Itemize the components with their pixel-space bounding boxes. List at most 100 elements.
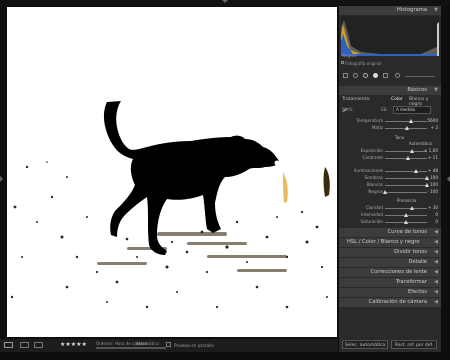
slider-handle-icon[interactable] <box>404 126 409 130</box>
slider-label: Saturación <box>360 219 384 224</box>
slider-value[interactable]: + 100 <box>425 182 438 187</box>
slider-value[interactable]: 0 <box>435 212 438 217</box>
slider-row[interactable]: Sombras + 100 <box>339 175 441 182</box>
sort-value[interactable]: Automático <box>136 341 159 346</box>
progress-bar <box>96 347 166 349</box>
slider-handle-icon[interactable] <box>410 149 415 153</box>
detail-header[interactable]: Detalle ◀ <box>339 258 441 267</box>
slider-track[interactable] <box>385 178 427 179</box>
slider-track[interactable] <box>385 171 427 172</box>
slider-value[interactable]: + 48 <box>428 168 438 173</box>
slider-value[interactable]: + 2 <box>430 125 438 130</box>
slider-value[interactable]: - 100 <box>427 189 438 194</box>
slider-row[interactable]: Contraste + 11 <box>339 155 441 162</box>
slider-label: Negros <box>368 189 383 194</box>
slider-handle-icon[interactable] <box>409 119 414 123</box>
transform-header[interactable]: Transformar ◀ <box>339 278 441 287</box>
slider-handle-icon[interactable] <box>404 213 408 217</box>
slider-handle-icon[interactable] <box>414 169 419 173</box>
slider-value[interactable]: + 30 <box>428 205 438 210</box>
effects-header[interactable]: Efectos ◀ <box>339 288 441 297</box>
slider-value[interactable]: 5600 <box>427 118 438 123</box>
collapse-arrow-icon <box>222 0 228 3</box>
slider-handle-icon[interactable] <box>383 190 388 194</box>
tool-slider[interactable] <box>405 76 435 77</box>
slider-row[interactable]: Temperatura 5600 <box>339 118 441 125</box>
wb-label: EB: <box>381 107 388 112</box>
adjustment-brush-icon[interactable] <box>395 73 400 78</box>
basic-title: Básicos <box>407 87 427 93</box>
collapse-triangle-icon: ▼ <box>434 87 438 93</box>
slider-row[interactable]: Iluminaciones + 48 <box>339 168 441 175</box>
color-tab[interactable]: Color <box>362 239 376 245</box>
slider-track[interactable] <box>385 121 427 122</box>
eyedropper-icon[interactable] <box>342 107 348 113</box>
graduated-filter-icon[interactable] <box>373 73 378 78</box>
spot-removal-icon[interactable] <box>353 73 358 78</box>
auto-tone-button[interactable]: Automático <box>409 141 432 146</box>
hsl-header[interactable]: HSL / Color / Blanco y negro ◀ <box>339 238 441 247</box>
slider-row[interactable]: Negros - 100 <box>339 189 441 196</box>
rating-stars[interactable]: ★★★★★ <box>60 341 87 348</box>
slider-value[interactable]: + 11 <box>428 155 438 160</box>
auto-select-button[interactable]: Selec. automática <box>342 340 388 349</box>
presence-label: Presencia <box>397 198 417 203</box>
compare-view-icon[interactable] <box>34 342 43 348</box>
slider-track[interactable] <box>385 192 427 193</box>
before-after-icon[interactable] <box>20 342 29 348</box>
bottom-toolbar: ★★★★★ Ordenar: Hora de captura Automátic… <box>0 339 338 352</box>
basic-header[interactable]: Básicos ▼ <box>339 86 441 95</box>
slider-track[interactable] <box>385 185 427 186</box>
white-balance-select[interactable]: A medida <box>393 106 431 114</box>
expand-triangle-icon: ◀ <box>434 269 438 275</box>
reset-button[interactable]: Rest. ref. por def. <box>391 340 437 349</box>
slider-label: Intensidad <box>361 212 383 217</box>
slider-label: Temperatura <box>356 118 383 123</box>
photo-canvas[interactable] <box>7 7 337 337</box>
hsl-tab[interactable]: HSL <box>347 239 357 245</box>
slider-value[interactable]: + 100 <box>425 175 438 180</box>
treatment-color-option[interactable]: Color <box>391 97 403 102</box>
soft-proof-label: Pruebas en pantalla <box>174 343 214 348</box>
radial-filter-icon[interactable] <box>383 73 388 78</box>
slider-handle-icon[interactable] <box>406 156 411 160</box>
slider-handle-icon[interactable] <box>410 206 415 210</box>
tab-separator: / <box>377 239 380 245</box>
crop-tool-icon[interactable] <box>343 73 348 78</box>
slider-label: Matiz <box>371 125 383 130</box>
red-eye-icon[interactable] <box>363 73 368 78</box>
soft-proof-checkbox[interactable] <box>166 342 171 347</box>
histogram-header[interactable]: Histograma ▼ <box>339 6 441 15</box>
tone-curve-title: Curva de tonos <box>387 229 427 235</box>
effects-title: Efectos <box>407 289 427 295</box>
slider-row[interactable]: Exposición + 1,00 <box>339 148 441 155</box>
camera-calibration-header[interactable]: Calibración de cámara ◀ <box>339 298 441 307</box>
original-photo-checkbox[interactable] <box>341 61 344 64</box>
slider-row[interactable]: Matiz + 2 <box>339 125 441 132</box>
slider-value[interactable]: 0 <box>435 219 438 224</box>
bw-tab[interactable]: Blanco y negro <box>381 239 420 245</box>
left-panel-toggle-icon[interactable] <box>0 176 3 182</box>
reset-label: Rest. ref. por def. <box>394 343 434 348</box>
slider-value[interactable]: + 1,00 <box>424 148 438 153</box>
expand-triangle-icon: ◀ <box>434 229 438 235</box>
slider-track[interactable] <box>385 151 427 152</box>
slider-row[interactable]: Blancos + 100 <box>339 182 441 189</box>
dog-silhouette-photo <box>7 7 337 337</box>
detail-title: Detalle <box>408 259 427 265</box>
slider-handle-icon[interactable] <box>404 220 408 224</box>
slider-row[interactable]: Saturación 0 <box>339 219 441 226</box>
loupe-view-icon[interactable] <box>4 342 13 348</box>
expand-triangle-icon: ◀ <box>434 279 438 285</box>
split-toning-header[interactable]: Dividir tonos ◀ <box>339 248 441 257</box>
split-toning-title: Dividir tonos <box>394 249 427 255</box>
tone-curve-header[interactable]: Curva de tonos ◀ <box>339 228 441 237</box>
slider-row[interactable]: Intensidad 0 <box>339 212 441 219</box>
slider-row[interactable]: Claridad + 30 <box>339 205 441 212</box>
tone-label: Tono <box>395 135 405 140</box>
lens-corrections-header[interactable]: Correcciones de lente ◀ <box>339 268 441 277</box>
develop-right-panel: Histograma ▼ Negros Fotografía original … <box>339 6 441 352</box>
wb-value: A medida <box>396 107 416 112</box>
camera-calibration-title: Calibración de cámara <box>368 299 427 305</box>
slider-track[interactable] <box>385 208 427 209</box>
